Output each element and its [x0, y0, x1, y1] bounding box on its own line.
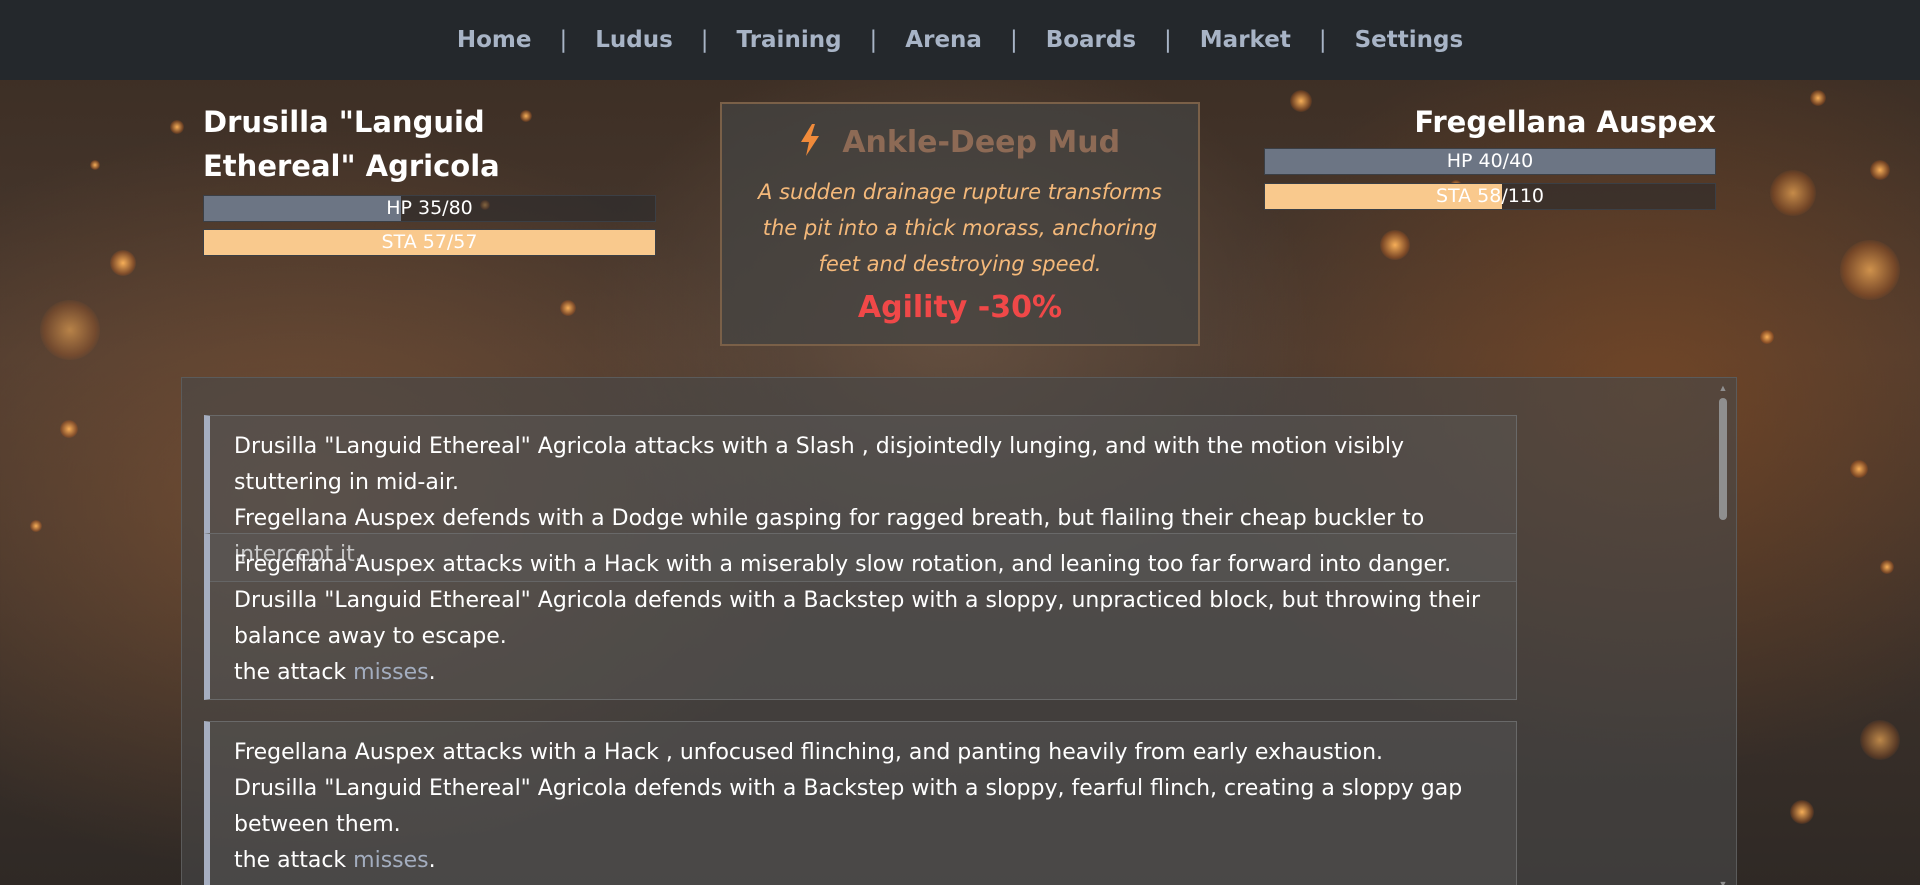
log-result-miss: misses: [353, 660, 429, 685]
log-defense-line: Drusilla "Languid Ethereal" Agricola def…: [234, 588, 1481, 649]
fighter-left-hp-bar: HP 35/80: [203, 195, 656, 222]
log-entry: Fregellana Auspex attacks with a Hack wi…: [204, 533, 1517, 700]
nav-ludus[interactable]: Ludus: [567, 27, 701, 53]
nav-market[interactable]: Market: [1172, 27, 1319, 53]
fighter-left-panel: Drusilla "Languid Ethereal" Agricola HP …: [203, 100, 656, 256]
fighter-left-sta-label: STA 57/57: [381, 231, 478, 253]
log-result-line: the attack misses.: [234, 843, 1498, 879]
event-title: Ankle-Deep Mud: [842, 125, 1121, 160]
fighter-left-hp-label: HP 35/80: [386, 197, 473, 219]
log-scrollbar-thumb[interactable]: [1719, 398, 1727, 520]
event-effect: Agility -30%: [857, 290, 1063, 325]
top-navbar: Home | Ludus | Training | Arena | Boards…: [0, 0, 1920, 80]
log-scrollbar[interactable]: ▲ ▼: [1718, 384, 1728, 885]
fighter-left-name: Drusilla "Languid Ethereal" Agricola: [203, 105, 500, 183]
nav-settings[interactable]: Settings: [1327, 27, 1492, 53]
fighter-right-sta-bar: STA 58/110: [1264, 183, 1716, 210]
log-result-suffix: .: [428, 848, 436, 873]
log-result-prefix: the attack: [234, 660, 354, 685]
log-result-line: the attack misses.: [234, 655, 1498, 691]
log-entry: Fregellana Auspex attacks with a Hack , …: [204, 721, 1517, 885]
nav-separator: |: [1164, 27, 1172, 53]
nav-arena[interactable]: Arena: [877, 27, 1010, 53]
fighter-right-hp-label: HP 40/40: [1446, 150, 1534, 172]
nav-training[interactable]: Training: [709, 27, 870, 53]
log-result-suffix: .: [428, 660, 436, 685]
log-result-prefix: the attack: [234, 848, 354, 873]
combat-log-panel[interactable]: Drusilla "Languid Ethereal" Agricola att…: [181, 377, 1737, 885]
nav-separator: |: [559, 27, 568, 53]
scroll-up-arrow-icon[interactable]: ▲: [1718, 384, 1728, 393]
nav-home[interactable]: Home: [429, 27, 560, 53]
nav-boards[interactable]: Boards: [1018, 27, 1164, 53]
log-result-miss: misses: [353, 848, 429, 873]
nav-separator: |: [869, 27, 878, 53]
event-description: A sudden drainage rupture transforms the…: [758, 180, 1162, 276]
log-defense-line: Drusilla "Languid Ethereal" Agricola def…: [234, 776, 1463, 837]
lightning-bolt-icon: [800, 124, 830, 160]
log-attack-line: Fregellana Auspex attacks with a Hack , …: [234, 740, 1384, 765]
nav-separator: |: [1318, 27, 1327, 53]
scroll-down-arrow-icon[interactable]: ▼: [1718, 880, 1728, 885]
nav-separator: |: [1009, 27, 1018, 53]
fighter-right-sta-label: STA 58/110: [1435, 185, 1545, 207]
arena-event-card: Ankle-Deep Mud A sudden drainage rupture…: [720, 102, 1200, 346]
fighter-right-hp-bar: HP 40/40: [1264, 148, 1716, 175]
fighter-right-name: Fregellana Auspex: [1414, 105, 1716, 139]
event-title-row: Ankle-Deep Mud: [722, 124, 1198, 160]
log-attack-line: Fregellana Auspex attacks with a Hack wi…: [234, 552, 1452, 577]
log-attack-line: Drusilla "Languid Ethereal" Agricola att…: [234, 434, 1405, 495]
nav-separator: |: [700, 27, 709, 53]
fighter-left-sta-bar: STA 57/57: [203, 229, 656, 256]
fighter-right-panel: Fregellana Auspex HP 40/40 STA 58/110: [1264, 100, 1716, 210]
